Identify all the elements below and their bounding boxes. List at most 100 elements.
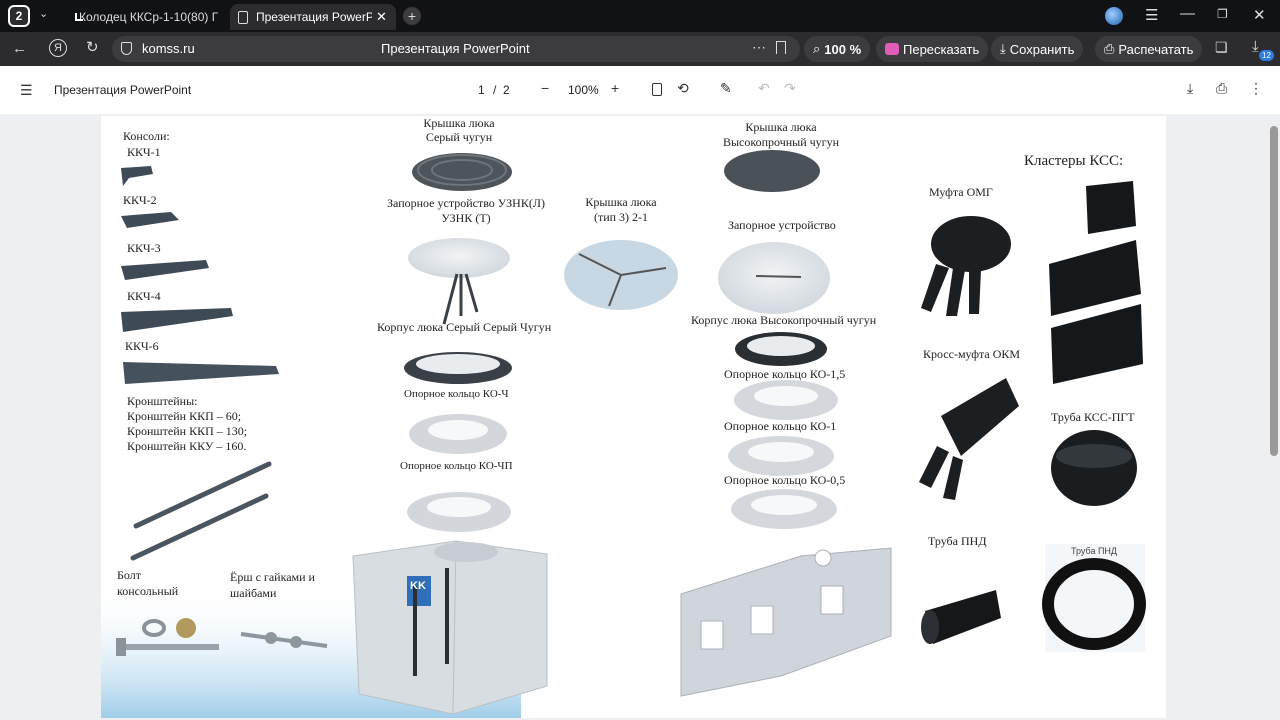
ring-ko-05-image — [731, 489, 837, 529]
pdf-toolbar: ☰ Презентация PowerPoint 1 / 2 − 100% + … — [0, 66, 1280, 114]
pdf-viewer[interactable]: Консоли: ККЧ-1 ККЧ-2 ККЧ-3 ККЧ-4 ККЧ-6 К… — [0, 114, 1280, 720]
more-options-icon[interactable]: ⋮ — [1249, 81, 1263, 95]
address-bar: ← Я ↻ komss.ru Презентация PowerPoint ⋯ … — [0, 32, 1280, 66]
pnd-coil-photo — [1042, 544, 1146, 652]
ring-ko-chp-label: Опорное кольцо КО-ЧП — [400, 460, 513, 472]
bracket-kkp60: Кронштейн ККП – 60; — [127, 409, 242, 423]
collections-icon[interactable]: ❏ — [1215, 40, 1228, 54]
print-pdf-icon[interactable]: ⎙ — [1216, 81, 1227, 95]
zoom-in-icon[interactable]: + — [611, 81, 619, 95]
ring-ko-ch-label: Опорное кольцо КО-Ч — [404, 388, 509, 400]
zoom-out-icon[interactable]: − — [541, 81, 549, 95]
scrollbar[interactable] — [1270, 126, 1278, 456]
reload-icon[interactable]: ↻ — [86, 40, 99, 55]
page-total: 2 — [503, 83, 510, 97]
lock-uznk-label-2: УЗНК (Т) — [441, 211, 491, 225]
chevron-down-icon[interactable]: ⌄ — [39, 9, 48, 20]
ring-ko-ch-image — [409, 414, 507, 454]
kss-pgt-pipe-image — [1051, 430, 1137, 506]
url-field[interactable]: komss.ru Презентация PowerPoint ⋯ — [112, 36, 800, 62]
hamburger-menu-icon[interactable]: ☰ — [20, 83, 33, 97]
hs-body-image — [735, 332, 827, 366]
mufta-omg-image — [921, 216, 1011, 316]
url-domain: komss.ru — [142, 41, 195, 56]
menu-icon[interactable]: ☰ — [1145, 8, 1158, 23]
console-kkch4-image — [121, 308, 233, 332]
redo-icon[interactable]: ↷ — [784, 81, 796, 95]
profile-avatar[interactable] — [1105, 7, 1123, 25]
downloads-badge: 12 — [1259, 50, 1274, 61]
pdf-page: Консоли: ККЧ-1 ККЧ-2 ККЧ-3 ККЧ-4 ККЧ-6 К… — [101, 116, 1166, 718]
zoom-button[interactable]: ⌕ 100 % — [804, 36, 871, 62]
rotate-icon[interactable]: ⟲ — [677, 81, 689, 95]
download-icon: ⤓ — [1000, 41, 1006, 56]
lock-label: Запорное устройство — [728, 218, 836, 232]
secure-shield-icon — [121, 42, 132, 55]
url-page-title: Презентация PowerPoint — [381, 41, 530, 56]
kss-pgt-label: Труба КСС-ПГТ — [1051, 410, 1135, 424]
lock-uznk-image — [408, 238, 510, 325]
print-button[interactable]: ⎙ Распечатать — [1095, 36, 1203, 62]
restore-icon[interactable]: ❐ — [1217, 8, 1228, 20]
grey-lid-label-1: Крышка люка — [423, 116, 495, 130]
brackets-image — [130, 461, 272, 561]
zoom-value: 100 % — [824, 41, 862, 57]
pdf-zoom-value[interactable]: 100% — [568, 83, 599, 97]
clusters-label: Кластеры КСС: — [1024, 153, 1124, 169]
kks-blocks-image — [680, 547, 892, 697]
pnd-photo-label: Труба ПНД — [1071, 546, 1118, 556]
brackets-header: Кронштейны: — [127, 394, 198, 408]
back-icon[interactable]: ← — [12, 41, 27, 56]
ring-ko-chp-image — [407, 492, 511, 532]
minimize-icon[interactable]: — — [1180, 6, 1195, 21]
draw-icon[interactable]: ✎ — [720, 81, 732, 95]
save-button[interactable]: ⤓ Сохранить — [991, 36, 1084, 62]
lock-image — [718, 242, 830, 314]
summarize-icon — [885, 43, 899, 55]
bolt-label-2: консольный — [117, 584, 179, 598]
tab-title: Презентация PowerPoint — [256, 10, 372, 24]
download-pdf-icon[interactable]: ⤓ — [1187, 81, 1193, 95]
tab-kolodets[interactable]: Колодец ККСр-1-10(80) Г — [64, 4, 224, 30]
console-kkch2-image — [121, 212, 179, 228]
page-current-input[interactable]: 1 — [478, 83, 485, 97]
more-dots-icon[interactable]: ⋯ — [752, 39, 766, 56]
ring-ko15-label: Опорное кольцо КО-1,5 — [724, 367, 846, 381]
fit-page-icon[interactable] — [652, 83, 662, 96]
page-separator: / — [493, 83, 497, 97]
downloads-icon[interactable]: ⤓ — [1252, 39, 1259, 54]
print-label: Распечатать — [1118, 41, 1194, 57]
grey-body-label: Корпус люка Серый Серый Чугун — [377, 320, 552, 334]
consoles-header: Консоли: — [123, 129, 170, 143]
tab-counter[interactable]: 2 — [8, 5, 30, 27]
bracket-kku160: Кронштейн ККУ – 160. — [127, 439, 247, 453]
console-kkch3-image — [121, 260, 209, 280]
lid-type3-label-1: Крышка люка — [585, 195, 657, 209]
close-tab-icon[interactable]: ✕ — [376, 9, 387, 25]
kkch6-label: ККЧ-6 — [125, 339, 159, 353]
new-tab-icon[interactable]: + — [403, 7, 421, 25]
okm-label: Кросс-муфта ОКМ — [923, 347, 1021, 361]
save-label: Сохранить — [1009, 41, 1075, 57]
cross-mufta-okm-image — [919, 378, 1019, 500]
grey-body-image — [404, 352, 512, 384]
omg-label: Муфта ОМГ — [929, 185, 993, 199]
ring-ko-15-image — [734, 380, 838, 420]
manhole-well-image — [352, 540, 548, 715]
bracket-kkp130: Кронштейн ККП – 130; — [127, 424, 248, 438]
well-logo: KK — [410, 580, 426, 592]
console-kkch6-image — [123, 362, 279, 384]
summarize-label: Пересказать — [903, 41, 980, 57]
ring-ko-1-image — [728, 436, 834, 476]
document-icon — [238, 10, 248, 24]
ersh-label-2: шайбами — [230, 586, 277, 600]
bookmark-icon[interactable] — [776, 41, 786, 54]
printer-icon: ⎙ — [1104, 41, 1115, 56]
yandex-icon[interactable]: Я — [49, 39, 67, 57]
close-window-icon[interactable]: ✕ — [1253, 8, 1266, 23]
grey-lid-image — [412, 153, 512, 191]
summarize-button[interactable]: Пересказать — [876, 36, 989, 62]
tab-presentation[interactable]: Презентация PowerPoint ✕ — [230, 4, 396, 30]
tab-title: Колодец ККСр-1-10(80) Г — [79, 10, 219, 24]
undo-icon[interactable]: ↶ — [758, 81, 770, 95]
